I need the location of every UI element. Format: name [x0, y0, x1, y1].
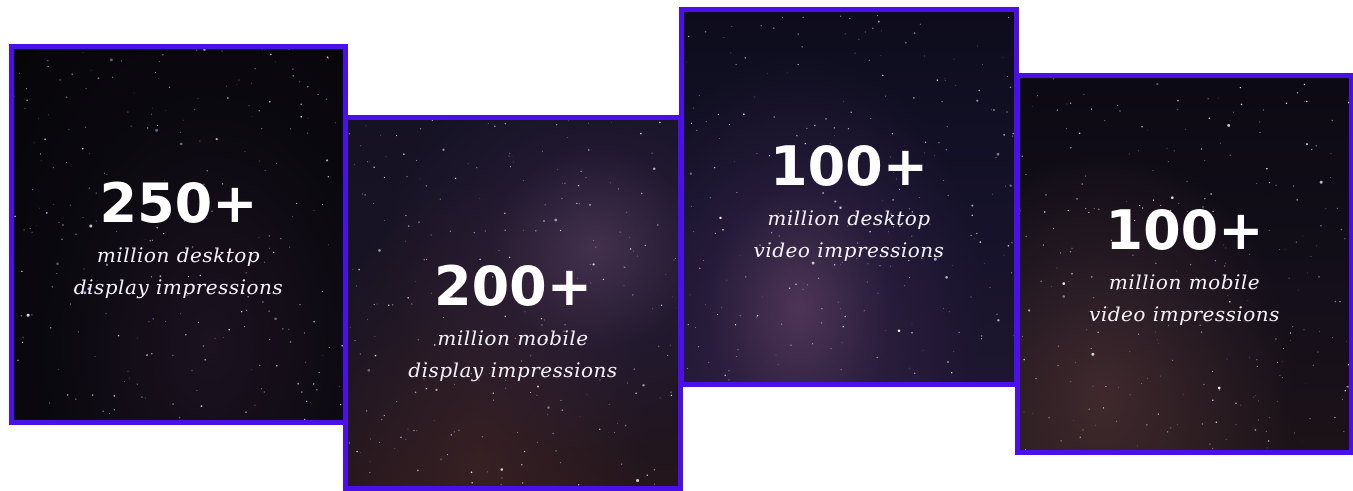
stat-label-line-2: video impressions [753, 238, 945, 262]
stat-card-mobile-video: 100+ million mobile video impressions [1015, 73, 1353, 455]
stat-content: 100+ million mobile video impressions [1020, 204, 1349, 330]
stat-label-line-2: display impressions [408, 358, 618, 382]
stat-number: 100+ [1105, 199, 1264, 262]
stat-content: 250+ million desktop display impressions [14, 177, 343, 303]
stat-content: 100+ million desktop video impressions [684, 140, 1014, 266]
stat-label-line-2: display impressions [73, 275, 284, 299]
stat-card-desktop-display: 250+ million desktop display impressions [9, 44, 348, 425]
stat-label-line-1: million desktop [96, 243, 261, 267]
stat-card-mobile-display: 200+ million mobile display impressions [343, 115, 683, 491]
stat-number: 200+ [434, 255, 592, 318]
stat-card-desktop-video: 100+ million desktop video impressions [679, 7, 1019, 387]
stat-number: 250+ [99, 172, 258, 235]
stat-label-line-1: million mobile [437, 326, 589, 350]
stat-label-line-2: video impressions [1089, 302, 1280, 326]
stat-number: 100+ [770, 135, 928, 198]
stat-label-line-1: million mobile [1108, 270, 1261, 294]
stat-content: 200+ million mobile display impressions [348, 260, 678, 386]
stat-label-line-1: million desktop [767, 206, 931, 230]
